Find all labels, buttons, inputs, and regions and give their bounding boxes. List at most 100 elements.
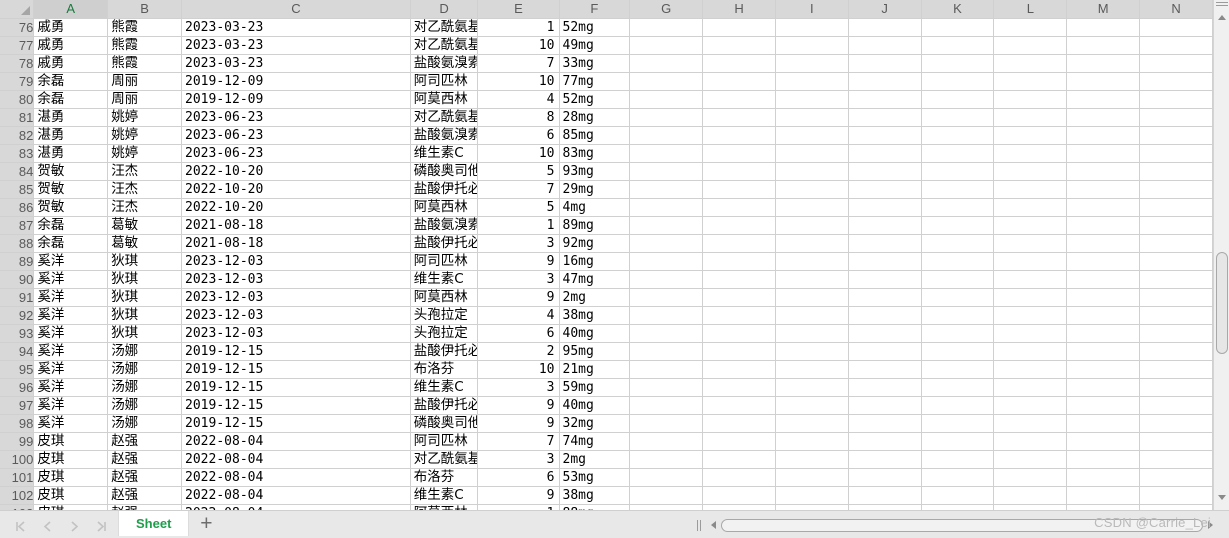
cell-empty[interactable] [1139, 270, 1213, 289]
cell-empty[interactable] [1139, 36, 1213, 55]
cell-e86[interactable]: 5 [477, 198, 560, 217]
cell-empty[interactable] [1139, 468, 1213, 487]
cell-empty[interactable] [702, 432, 776, 451]
cell-c101[interactable]: 2022-08-04 [181, 468, 411, 487]
row-header[interactable]: 82 [0, 126, 35, 145]
cell-empty[interactable] [775, 324, 849, 343]
row-header[interactable]: 101 [0, 468, 35, 487]
cell-empty[interactable] [1066, 360, 1141, 379]
cell-d77[interactable]: 对乙酰氨基酚 [410, 36, 479, 55]
cell-d84[interactable]: 磷酸奥司他韦 [410, 162, 479, 181]
cell-empty[interactable] [1139, 216, 1213, 235]
cell-e76[interactable]: 1 [477, 18, 560, 37]
cell-empty[interactable] [993, 108, 1068, 127]
cell-empty[interactable] [993, 126, 1068, 145]
cell-empty[interactable] [921, 36, 995, 55]
cell-empty[interactable] [702, 486, 776, 505]
cell-e88[interactable]: 3 [477, 234, 560, 253]
cell-empty[interactable] [1066, 234, 1141, 253]
cell-c76[interactable]: 2023-03-23 [181, 18, 411, 37]
cell-e90[interactable]: 3 [477, 270, 560, 289]
cell-empty[interactable] [702, 396, 776, 415]
cell-empty[interactable] [702, 252, 776, 271]
cell-d89[interactable]: 阿司匹林 [410, 252, 479, 271]
cell-c98[interactable]: 2019-12-15 [181, 414, 411, 433]
cell-empty[interactable] [1066, 72, 1141, 91]
cell-c97[interactable]: 2019-12-15 [181, 396, 411, 415]
cell-empty[interactable] [993, 486, 1068, 505]
cell-empty[interactable] [848, 288, 922, 307]
cell-c86[interactable]: 2022-10-20 [181, 198, 411, 217]
cell-b96[interactable]: 汤娜 [107, 378, 183, 397]
cell-f92[interactable]: 38mg [559, 306, 631, 325]
table-row[interactable]: 82 湛勇 姚婷 2023-06-23 盐酸氨溴索 6 85mg [0, 126, 1213, 145]
cell-empty[interactable] [1139, 342, 1213, 361]
row-header[interactable]: 90 [0, 270, 35, 289]
cell-c99[interactable]: 2022-08-04 [181, 432, 411, 451]
table-row[interactable]: 97奚洋 汤娜 2019-12-15 盐酸伊托必利 9 40mg [0, 396, 1213, 415]
table-row[interactable]: 76戚勇 熊霞 2023-03-23 对乙酰氨基酚 1 52mg [0, 18, 1213, 37]
split-pane-handle-vertical[interactable] [1216, 2, 1228, 9]
cell-a100[interactable]: 皮琪 [33, 450, 109, 469]
cell-a92[interactable]: 奚洋 [33, 306, 109, 325]
sheet-tab-sheet[interactable]: Sheet [118, 511, 190, 536]
cell-c91[interactable]: 2023-12-03 [181, 288, 411, 307]
cell-b81[interactable]: 姚婷 [107, 108, 183, 127]
row-header[interactable]: 76 [0, 18, 35, 37]
cell-a79[interactable]: 余磊 [33, 72, 109, 91]
row-header[interactable]: 100 [0, 450, 35, 469]
cell-empty[interactable] [1066, 432, 1141, 451]
cell-a86[interactable]: 贺敏 [33, 198, 109, 217]
cell-empty[interactable] [629, 54, 704, 73]
cell-empty[interactable] [702, 414, 776, 433]
cell-a84[interactable]: 贺敏 [33, 162, 109, 181]
table-row[interactable]: 95 奚洋 汤娜 2019-12-15 布洛芬 10 21mg [0, 360, 1213, 379]
cell-a102[interactable]: 皮琪 [33, 486, 109, 505]
cell-empty[interactable] [629, 36, 704, 55]
cell-empty[interactable] [1066, 90, 1141, 109]
cell-empty[interactable] [629, 144, 704, 163]
cell-empty[interactable] [993, 144, 1068, 163]
cell-empty[interactable] [629, 180, 704, 199]
cell-empty[interactable] [702, 144, 776, 163]
cell-c95[interactable]: 2019-12-15 [181, 360, 411, 379]
cell-empty[interactable] [921, 54, 995, 73]
column-header-j[interactable]: J [848, 0, 922, 19]
cell-b83[interactable]: 姚婷 [107, 144, 183, 163]
cell-empty[interactable] [848, 234, 922, 253]
cell-empty[interactable] [1139, 324, 1213, 343]
cell-e96[interactable]: 3 [477, 378, 560, 397]
cell-e83[interactable]: 10 [477, 144, 560, 163]
cell-empty[interactable] [629, 396, 704, 415]
cell-c94[interactable]: 2019-12-15 [181, 342, 411, 361]
first-sheet-button[interactable] [8, 516, 33, 537]
table-row[interactable]: 94奚洋 汤娜 2019-12-15 盐酸伊托必利 2 95mg [0, 342, 1213, 361]
cell-empty[interactable] [629, 234, 704, 253]
cell-b85[interactable]: 汪杰 [107, 180, 183, 199]
cell-empty[interactable] [921, 252, 995, 271]
cell-empty[interactable] [993, 378, 1068, 397]
cell-empty[interactable] [1139, 288, 1213, 307]
cell-f80[interactable]: 52mg [559, 90, 631, 109]
cell-empty[interactable] [629, 360, 704, 379]
cell-a101[interactable]: 皮琪 [33, 468, 109, 487]
cell-empty[interactable] [1139, 306, 1213, 325]
cell-c82[interactable]: 2023-06-23 [181, 126, 411, 145]
table-row[interactable]: 90 奚洋 狄琪 2023-12-03 维生素C 3 47mg [0, 270, 1213, 289]
cell-b93[interactable]: 狄琪 [107, 324, 183, 343]
cell-a95[interactable]: 奚洋 [33, 360, 109, 379]
cell-empty[interactable] [629, 198, 704, 217]
cell-empty[interactable] [1066, 342, 1141, 361]
row-header[interactable]: 78 [0, 54, 35, 73]
cell-empty[interactable] [993, 18, 1068, 37]
cell-empty[interactable] [1066, 306, 1141, 325]
cell-empty[interactable] [1066, 198, 1141, 217]
cell-empty[interactable] [993, 324, 1068, 343]
cell-b102[interactable]: 赵强 [107, 486, 183, 505]
cell-empty[interactable] [921, 288, 995, 307]
row-header[interactable]: 91 [0, 288, 35, 307]
cell-c77[interactable]: 2023-03-23 [181, 36, 411, 55]
cell-empty[interactable] [993, 252, 1068, 271]
cell-empty[interactable] [921, 360, 995, 379]
cell-b84[interactable]: 汪杰 [107, 162, 183, 181]
